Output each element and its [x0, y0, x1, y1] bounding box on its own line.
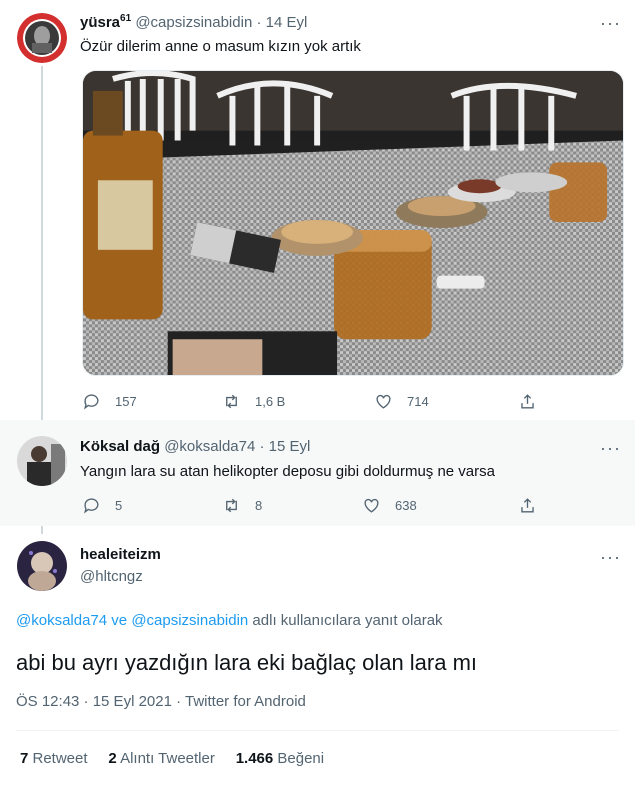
heart-icon — [376, 394, 391, 409]
author-name-suffix: 61 — [120, 13, 132, 24]
retweet-count: 8 — [255, 498, 263, 513]
more-options-icon[interactable]: ··· — [600, 14, 621, 32]
share-button[interactable] — [518, 496, 537, 515]
tweet-photo[interactable] — [82, 70, 624, 376]
retweet-icon — [226, 498, 237, 513]
reply-mention-1[interactable]: @koksalda74 — [16, 612, 107, 629]
divider-top — [16, 730, 619, 731]
reply-count: 157 — [115, 394, 137, 409]
like-button[interactable]: 714 — [374, 392, 429, 411]
retweet-count: 1,6 B — [255, 394, 286, 409]
retweet-icon — [226, 394, 237, 409]
reply-icon — [84, 498, 99, 514]
heart-icon — [364, 498, 379, 513]
more-options-icon[interactable]: ··· — [600, 548, 621, 566]
author-handle[interactable]: @hltcngz — [80, 568, 143, 585]
author-name[interactable]: Köksal dağ — [80, 438, 160, 455]
avatar-yusra[interactable] — [17, 13, 67, 63]
separator-dot: · — [259, 438, 265, 455]
like-count: 714 — [407, 394, 429, 409]
author-handle[interactable]: @capsizsinabidin — [135, 14, 252, 31]
quotes-stat[interactable]: 2 Alıntı Tweetler — [108, 750, 214, 767]
share-icon — [521, 498, 534, 513]
reply-button[interactable]: 157 — [82, 392, 137, 411]
separator-dot: · — [256, 14, 262, 31]
tweet1-header: yüsra61 @capsizsinabidin · 14 Eyl — [80, 13, 307, 31]
tweet-stats: 7 Retweet 2 Alıntı Tweetler 1.466 Beğeni — [20, 750, 324, 767]
tweet2-actions: 5 8 638 — [82, 496, 542, 516]
author-handle[interactable]: @koksalda74 — [164, 438, 255, 455]
like-button[interactable]: 638 — [362, 496, 417, 515]
more-options-icon[interactable]: ··· — [600, 439, 621, 457]
like-count: 638 — [395, 498, 417, 513]
reply-icon — [84, 394, 99, 410]
share-button[interactable] — [518, 392, 537, 411]
reply-count: 5 — [115, 498, 123, 513]
avatar-healeiteizm[interactable] — [17, 541, 67, 591]
tweet-yusra[interactable]: yüsra61 @capsizsinabidin · 14 Eyl ··· Öz… — [0, 0, 635, 420]
likes-count: 1.466 — [235, 750, 274, 767]
tweet-text: Özür dilerim anne o masum kızın yok artı… — [80, 38, 361, 55]
tweet2-header: Köksal dağ @koksalda74 · 15 Eyl — [80, 438, 310, 455]
tweet-text: Yangın lara su atan helikopter deposu gi… — [80, 463, 495, 480]
quotes-label: Alıntı Tweetler — [116, 750, 215, 767]
quotes-count: 2 — [108, 750, 117, 767]
reply-button[interactable]: 5 — [82, 496, 122, 515]
reply-mention-2[interactable]: @capsizsinabidin — [131, 612, 248, 629]
share-icon — [521, 394, 534, 409]
tweet1-actions: 157 1,6 B 714 — [82, 392, 542, 412]
reply-suffix: adlı kullanıcılara yanıt olarak — [248, 612, 443, 629]
retweet-button[interactable]: 8 — [222, 496, 262, 515]
tweet-meta[interactable]: ÖS 12:43 · 15 Eyl 2021 · Twitter for And… — [16, 693, 306, 710]
likes-stat[interactable]: 1.466 Beğeni — [236, 750, 324, 767]
main-tweet-text: abi bu ayrı yazdığın lara eki bağlaç ola… — [16, 650, 478, 675]
retweet-button[interactable]: 1,6 B — [222, 392, 285, 411]
author-name[interactable]: healeiteizm — [80, 546, 161, 563]
author-name[interactable]: yüsra — [80, 14, 120, 31]
retweets-stat[interactable]: 7 Retweet — [20, 750, 88, 767]
replying-to: @koksalda74 ve @capsizsinabidin adlı kul… — [16, 612, 443, 629]
tweet-koksal[interactable]: Köksal dağ @koksalda74 · 15 Eyl ··· Yang… — [0, 420, 635, 526]
tweet-time[interactable]: 14 Eyl — [266, 14, 308, 31]
reply-joiner: ve — [107, 612, 132, 629]
likes-label: Beğeni — [273, 750, 325, 767]
avatar-koksal[interactable] — [17, 436, 67, 486]
retweets-label: Retweet — [28, 750, 88, 767]
tweet-time[interactable]: 15 Eyl — [269, 438, 311, 455]
